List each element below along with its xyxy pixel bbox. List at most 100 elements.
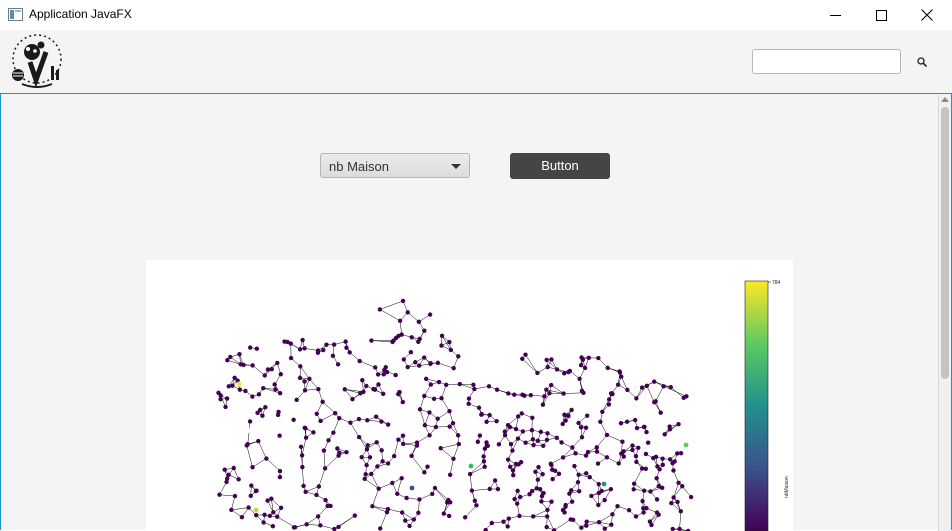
- graph-node: [520, 411, 524, 415]
- graph-node: [531, 443, 535, 447]
- graph-node: [307, 377, 311, 381]
- graph-node: [423, 423, 427, 427]
- graph-node: [224, 480, 228, 484]
- graph-edge: [321, 413, 336, 421]
- scrollbar-thumb[interactable]: [941, 107, 949, 379]
- graph-node: [238, 387, 242, 391]
- graph-node: [249, 494, 253, 498]
- graph-node: [321, 348, 325, 352]
- graph-node: [501, 520, 505, 524]
- vertical-scrollbar[interactable]: [938, 95, 951, 531]
- graph-node: [580, 389, 584, 393]
- graph-node: [335, 446, 339, 450]
- graph-node: [250, 465, 254, 469]
- graph-node: [655, 497, 659, 501]
- graph-edge: [319, 468, 325, 486]
- graph-edge: [248, 421, 250, 444]
- graph-edge: [472, 489, 490, 491]
- graph-node: [442, 511, 446, 515]
- graph-node: [669, 385, 673, 389]
- graph-node: [266, 367, 270, 371]
- graph-node: [568, 517, 572, 521]
- graph-node: [503, 433, 507, 437]
- graph-edge: [420, 409, 425, 425]
- graph-node: [484, 420, 488, 424]
- graph-node: [535, 486, 539, 490]
- graph-node: [261, 520, 265, 524]
- graph-node: [562, 413, 566, 417]
- attribute-select[interactable]: nb Maison: [320, 153, 470, 178]
- search-button[interactable]: [910, 52, 934, 72]
- graph-nodes: [216, 299, 693, 531]
- graph-node: [615, 504, 619, 508]
- graph-node: [439, 343, 443, 347]
- graph-node: [480, 412, 484, 416]
- graph-node: [521, 429, 525, 433]
- graph-node: [644, 452, 648, 456]
- graph-node: [255, 347, 259, 351]
- graph-node: [619, 374, 623, 378]
- graph-node: [540, 472, 544, 476]
- graph-node: [549, 462, 553, 466]
- graph-node-highlight: [602, 482, 607, 487]
- graph-node: [422, 328, 426, 332]
- graph-node: [256, 439, 260, 443]
- graph-node: [675, 500, 679, 504]
- graph-node: [679, 451, 683, 455]
- graph-node: [257, 392, 261, 396]
- graph-node: [260, 413, 264, 417]
- graph-node: [609, 487, 613, 491]
- graph-edge: [435, 488, 448, 500]
- graph-node: [576, 472, 580, 476]
- graph-node: [470, 488, 474, 492]
- graph-node: [395, 492, 399, 496]
- graph-node: [446, 498, 450, 502]
- graph-node: [597, 520, 601, 524]
- graph-node: [587, 356, 591, 360]
- graph-edge: [680, 511, 681, 529]
- graph-node: [675, 451, 679, 455]
- search-input[interactable]: [752, 49, 901, 74]
- minimize-button[interactable]: [812, 0, 858, 30]
- graph-node: [348, 421, 352, 425]
- graph-node: [399, 476, 403, 480]
- maximize-button[interactable]: [858, 0, 904, 30]
- graph-node: [255, 411, 259, 415]
- graph-node: [669, 501, 673, 505]
- logo-icon: [10, 32, 64, 88]
- close-button[interactable]: [904, 0, 950, 30]
- graph-node: [549, 500, 553, 504]
- graph-node: [289, 341, 293, 345]
- graph-node: [436, 417, 440, 421]
- graph-edge: [442, 398, 450, 411]
- graph-edge: [664, 386, 687, 396]
- graph-node: [320, 400, 324, 404]
- graph-node: [488, 487, 492, 491]
- graph-node: [379, 419, 383, 423]
- graph-node: [250, 363, 254, 367]
- graph-node: [324, 342, 328, 346]
- graph-node: [406, 365, 410, 369]
- graph-node: [409, 350, 413, 354]
- graph-node: [273, 387, 277, 391]
- scroll-up-icon[interactable]: [941, 97, 949, 102]
- action-button[interactable]: Button: [510, 153, 610, 179]
- graph-node: [603, 527, 607, 531]
- graph-edge: [450, 459, 453, 475]
- graph-node: [509, 442, 513, 446]
- graph-edge: [564, 393, 584, 394]
- graph-node: [668, 457, 672, 461]
- graph-node: [493, 478, 497, 482]
- graph-node: [661, 384, 665, 388]
- graph-node: [523, 352, 527, 356]
- graph-node: [649, 523, 653, 527]
- graph-edge: [219, 495, 234, 496]
- graph-node: [518, 495, 522, 499]
- graph-node: [318, 419, 322, 423]
- graph-node: [583, 366, 587, 370]
- graph-node: [328, 504, 332, 508]
- graph-node: [398, 319, 402, 323]
- graph-node: [417, 497, 421, 501]
- graph-node: [569, 408, 573, 412]
- graph-node: [379, 448, 383, 452]
